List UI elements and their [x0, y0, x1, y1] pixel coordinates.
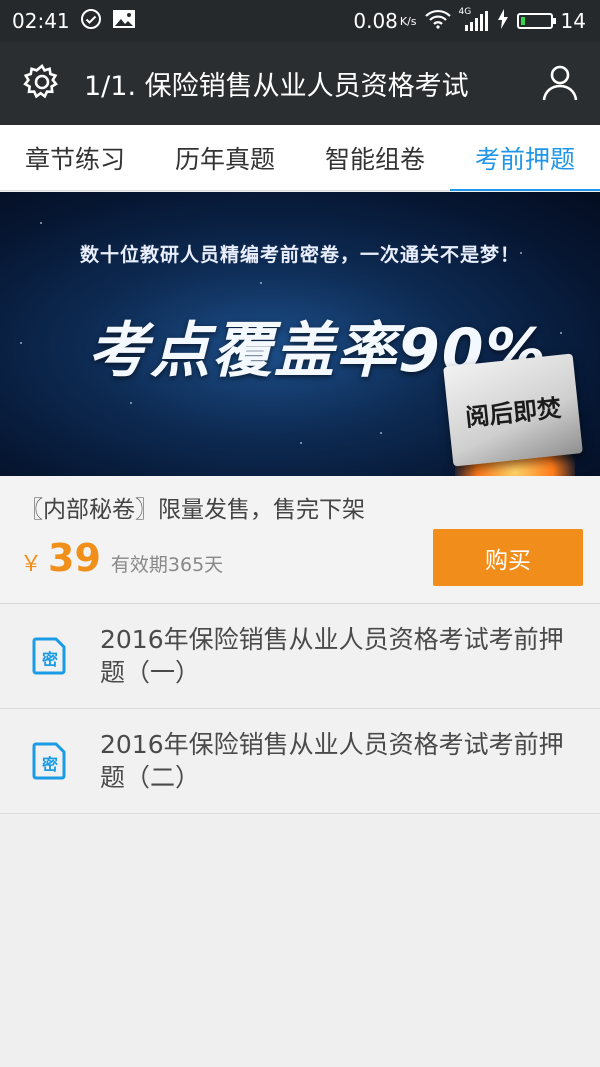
- tab-chapter-practice[interactable]: 章节练习: [0, 125, 150, 190]
- star: [560, 332, 562, 334]
- profile-button[interactable]: [540, 64, 580, 104]
- image-icon: [112, 9, 136, 34]
- star: [130, 402, 132, 404]
- list-item[interactable]: 密 2016年保险销售从业人员资格考试考前押题（二）: [0, 709, 600, 814]
- tab-smart-paper[interactable]: 智能组卷: [300, 125, 450, 190]
- gear-icon: [23, 63, 61, 105]
- user-icon: [540, 62, 580, 106]
- app-bar: 1/1. 保险销售从业人员资格考试: [0, 42, 600, 125]
- charging-icon: [497, 8, 509, 34]
- tab-bar: 章节练习 历年真题 智能组卷 考前押题: [0, 125, 600, 191]
- signal-icon: 4G: [459, 7, 489, 32]
- secret-icon: 密: [32, 637, 68, 675]
- tab-past-exams[interactable]: 历年真题: [150, 125, 300, 190]
- buy-button[interactable]: 购买: [433, 529, 583, 586]
- battery-icon: [516, 13, 556, 29]
- paper-title: 2016年保险销售从业人员资格考试考前押题（一）: [100, 625, 564, 687]
- star: [20, 342, 22, 344]
- page-title: 1/1. 保险销售从业人员资格考试: [84, 71, 469, 102]
- currency-symbol: ￥: [20, 552, 43, 577]
- price-row: ￥ 39 有效期365天: [20, 536, 223, 580]
- settings-button[interactable]: [22, 63, 62, 105]
- list-item[interactable]: 密 2016年保险销售从业人员资格考试考前押题（一）: [0, 604, 600, 709]
- secret-icon-label: 密: [41, 650, 58, 669]
- validity-text: 有效期365天: [110, 554, 224, 576]
- battery-percent: 14: [560, 9, 586, 33]
- network-speed-unit: K/s: [399, 14, 417, 28]
- promo-banner[interactable]: 数十位教研人员精编考前密卷，一次通关不是梦！ 考点覆盖率90% 阅后即焚: [0, 192, 600, 476]
- product-section: 〖内部秘卷〗限量发售，售完下架 ￥ 39 有效期365天 购买: [0, 476, 600, 604]
- banner-seal: 阅后即焚: [443, 353, 583, 467]
- product-description: 〖内部秘卷〗限量发售，售完下架: [20, 497, 365, 523]
- banner-subtitle: 数十位教研人员精编考前密卷，一次通关不是梦！: [79, 244, 520, 266]
- paper-title: 2016年保险销售从业人员资格考试考前押题（二）: [100, 730, 564, 792]
- price-amount: 39: [48, 536, 101, 580]
- paper-list: 密 2016年保险销售从业人员资格考试考前押题（一） 密 2016年保险销售从业…: [0, 604, 600, 814]
- battery-fill: [520, 17, 525, 25]
- secret-icon-label: 密: [41, 755, 58, 774]
- status-time: 02:41: [12, 9, 70, 33]
- star: [380, 432, 382, 434]
- wifi-icon: [424, 9, 451, 34]
- star: [260, 282, 262, 284]
- secret-icon: 密: [32, 742, 68, 780]
- check-circle-icon: [80, 8, 102, 35]
- network-speed: 0.08: [353, 9, 398, 33]
- star: [40, 222, 42, 224]
- star: [300, 442, 302, 444]
- status-bar: 02:41 0.08 K/s 4G 14: [0, 0, 600, 42]
- tab-pre-exam-predictions[interactable]: 考前押题: [450, 125, 600, 191]
